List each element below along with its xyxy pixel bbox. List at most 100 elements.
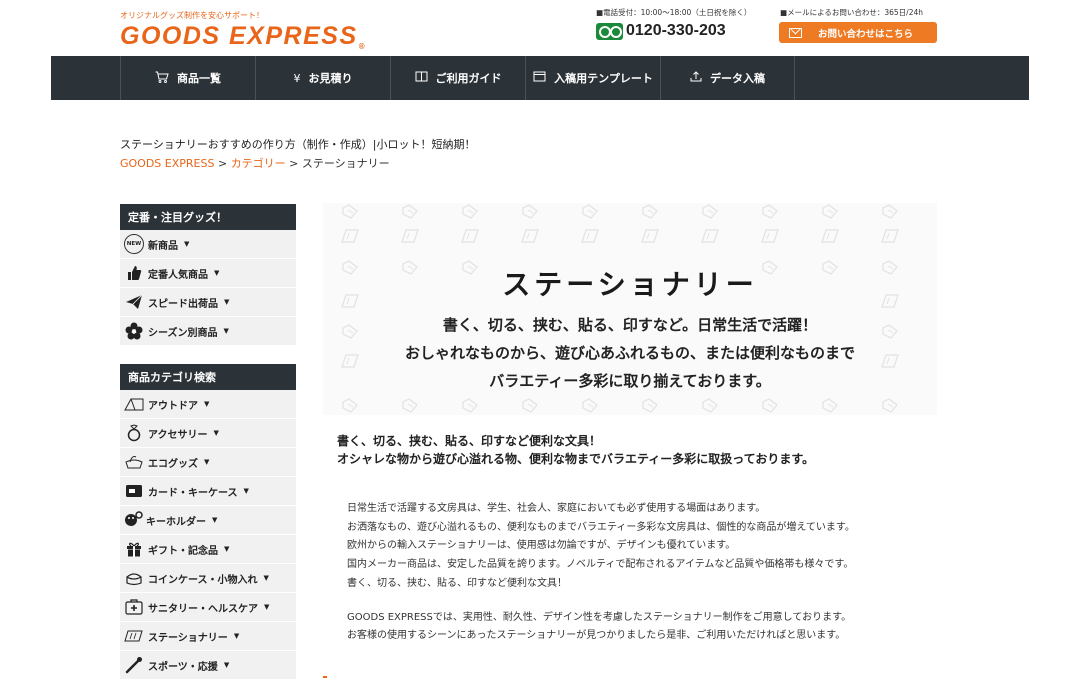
yen-icon: ¥ — [293, 71, 301, 85]
body-paragraph: お客様の使用するシーンにあったステーショナリーが見つかりましたら是非、ご利用いた… — [347, 630, 846, 642]
sidebar-item-card-case[interactable]: カード・キーケース ▼ — [120, 477, 296, 506]
template-icon — [533, 71, 546, 85]
breadcrumb-separator: > — [285, 157, 302, 170]
chevron-down-icon: ▼ — [223, 327, 229, 335]
hero-title: ステーショナリー — [476, 263, 785, 303]
sidebar-item-label: スポーツ・応援 — [148, 661, 218, 673]
coin-purse-icon — [124, 568, 144, 588]
sidebar-item-label: サニタリー・ヘルスケア — [148, 603, 258, 615]
sidebar-item-sports[interactable]: スポーツ・応援 ▼ — [120, 651, 296, 680]
sidebar-item-popular[interactable]: 定番人気商品 ▼ — [120, 259, 296, 288]
body-paragraph: 書く、切る、挟む、貼る、印すなど便利な文具！ — [347, 577, 567, 589]
sidebar-item-label: スピード出荷品 — [148, 298, 218, 310]
sidebar-item-sanitary[interactable]: サニタリー・ヘルスケア ▼ — [120, 593, 296, 622]
chevron-down-icon: ▼ — [204, 400, 210, 408]
body-paragraph: お洒落なもの、遊び心溢れるもの、便利なものまでバラエティー多彩な文房具は、個性的… — [347, 521, 855, 533]
breadcrumb: GOODS EXPRESS > カテゴリー > ステーショナリー — [120, 155, 390, 171]
sidebar-item-label: アクセサリー — [148, 429, 208, 441]
sidebar-item-label: ステーショナリー — [148, 632, 228, 644]
first-aid-icon — [124, 597, 144, 617]
logo-registered-mark: ® — [358, 42, 367, 51]
nav-label: 商品一覧 — [177, 72, 221, 85]
site-logo[interactable]: GOODS EXPRESS® — [120, 22, 366, 51]
section-divider — [323, 676, 327, 678]
breadcrumb-separator: > — [214, 157, 231, 170]
hero-title-wrap: ステーショナリー — [323, 263, 937, 303]
chevron-down-icon: ▼ — [224, 545, 230, 553]
sidebar: 定番・注目グッズ！ NEW 新商品 ▼ 定番人気商品 ▼ スピード出荷品 ▼ シ… — [120, 204, 296, 680]
sidebar-item-coin-case[interactable]: コインケース・小物入れ ▼ — [120, 564, 296, 593]
hero-tagline-3: バラエティー多彩に取り揃えております。 — [489, 372, 771, 390]
lead-line: オシャレな物から遊び心溢れる物、便利な物までバラエティー多彩に取扱っております。 — [337, 452, 815, 466]
chevron-down-icon: ▼ — [184, 240, 190, 248]
phone-hours: ■電話受付：10:00〜18:00（土日祝を除く） — [596, 8, 752, 17]
sidebar-item-gift[interactable]: ギフト・記念品 ▼ — [120, 535, 296, 564]
sidebar-item-label: 新商品 — [148, 240, 178, 252]
eco-bag-icon — [124, 452, 144, 472]
nav-item-estimate[interactable]: ¥ お見積り — [255, 56, 390, 100]
sidebar-item-speed[interactable]: スピード出荷品 ▼ — [120, 288, 296, 317]
sidebar-item-label: ギフト・記念品 — [148, 545, 218, 557]
new-badge-icon: NEW — [124, 234, 144, 254]
breadcrumb-current: ステーショナリー — [301, 157, 390, 170]
tent-icon — [124, 394, 144, 414]
hero-tagline-1: 書く、切る、挟む、貼る、印すなど。日常生活で活躍！ — [442, 316, 818, 334]
sidebar-featured-heading: 定番・注目グッズ！ — [120, 204, 296, 230]
header-tagline: オリジナルグッズ制作を安心サポート！ — [120, 11, 264, 20]
body-paragraph: 国内メーカー商品は、安定した品質を誇ります。ノベルティで配布されるアイテムなど品… — [347, 559, 854, 571]
contact-button-label: お問い合わせはこちら — [818, 28, 914, 40]
sidebar-item-label: シーズン別商品 — [148, 327, 218, 339]
breadcrumb-category-link[interactable]: カテゴリー — [231, 157, 286, 170]
mail-hours: ■メールによるお問い合わせ：365日/24h — [780, 8, 923, 17]
sidebar-item-accessory[interactable]: アクセサリー ▼ — [120, 419, 296, 448]
chevron-down-icon: ▼ — [264, 603, 270, 611]
page-title: ステーショナリーおすすめの作り方（制作・作成）|小ロット！短納期！ — [120, 138, 476, 151]
breadcrumb-home-link[interactable]: GOODS EXPRESS — [120, 157, 214, 170]
sidebar-item-keychain[interactable]: キーホルダー ▼ — [120, 506, 296, 535]
nav-item-guide[interactable]: ご利用ガイド — [390, 56, 525, 100]
nav-label: 入稿用テンプレート — [554, 72, 653, 85]
notebook-icon — [124, 626, 144, 646]
logo-text: GOODS EXPRESS — [120, 22, 358, 50]
thumbs-up-icon — [124, 263, 144, 283]
phone-number: 0120-330-203 — [626, 22, 726, 39]
chevron-down-icon: ▼ — [233, 632, 240, 640]
sidebar-item-new[interactable]: NEW 新商品 ▼ — [120, 230, 296, 259]
sidebar-item-label: キーホルダー — [146, 516, 206, 528]
sidebar-item-stationery[interactable]: ステーショナリー ▼ — [120, 622, 296, 651]
chevron-down-icon: ▼ — [223, 661, 230, 669]
lead-text: 書く、切る、挟む、貼る、印すなど便利な文具！ オシャレな物から遊び心溢れる物、便… — [337, 432, 814, 468]
contact-button[interactable]: お問い合わせはこちら — [779, 22, 937, 43]
main-nav: 商品一覧 ¥ お見積り ご利用ガイド 入稿用テンプレート データ入稿 — [51, 56, 1029, 100]
nav-item-upload[interactable]: データ入稿 — [660, 56, 795, 100]
nav-label: ご利用ガイド — [435, 72, 502, 85]
sidebar-item-seasonal[interactable]: シーズン別商品 ▼ — [120, 317, 296, 346]
phone-contact[interactable]: 0120-330-203 — [596, 22, 726, 40]
nav-label: データ入稿 — [710, 72, 765, 85]
sidebar-item-label: エコグッズ — [148, 458, 198, 470]
body-paragraph: 日常生活で活躍する文房具は、学生、社会人、家庭においても必ず使用する場面はありま… — [347, 503, 766, 514]
chevron-down-icon: ▼ — [214, 269, 220, 277]
chevron-down-icon: ▼ — [224, 298, 230, 306]
chevron-down-icon: ▼ — [204, 458, 210, 466]
sidebar-item-label: 定番人気商品 — [148, 269, 208, 281]
envelope-icon — [789, 27, 802, 38]
chevron-down-icon: ▼ — [212, 516, 218, 524]
gift-icon — [124, 539, 144, 559]
nav-item-template[interactable]: 入稿用テンプレート — [525, 56, 660, 100]
body-paragraph: 欧州からの輸入ステーショナリーは、使用感は勿論ですが、デザインも優れています。 — [347, 540, 736, 552]
sidebar-item-label: アウトドア — [148, 400, 198, 412]
keychain-icon — [124, 510, 144, 530]
upload-icon — [690, 71, 702, 85]
freedial-icon — [596, 22, 623, 40]
nav-item-products[interactable]: 商品一覧 — [120, 56, 255, 100]
chevron-down-icon: ▼ — [213, 429, 219, 437]
sidebar-item-eco[interactable]: エコグッズ ▼ — [120, 448, 296, 477]
cart-icon — [155, 71, 169, 86]
chevron-down-icon: ▼ — [243, 487, 249, 495]
lead-line: 書く、切る、挟む、貼る、印すなど便利な文具！ — [337, 434, 602, 448]
body-paragraph: GOODS EXPRESSでは、実用性、耐久性、デザイン性を考慮したステーショナ… — [347, 611, 852, 623]
ring-icon — [124, 423, 144, 443]
sidebar-item-outdoor[interactable]: アウトドア ▼ — [120, 390, 296, 419]
book-icon — [415, 71, 428, 85]
